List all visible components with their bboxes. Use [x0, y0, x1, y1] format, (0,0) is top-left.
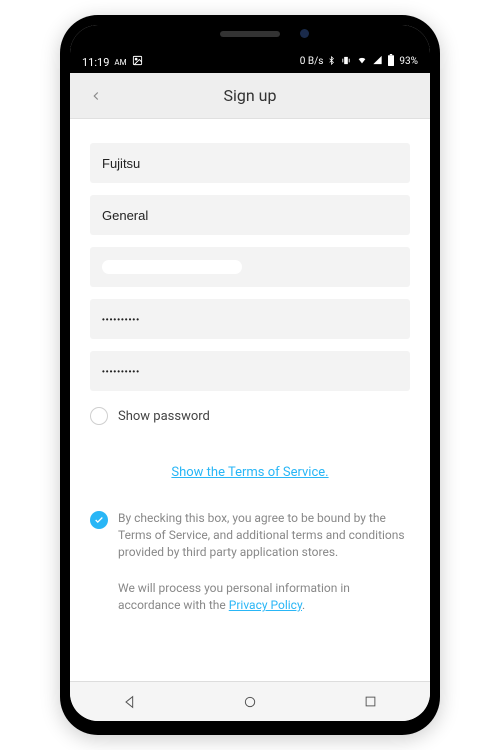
- battery-percent: 93%: [399, 56, 418, 67]
- confirm-password-field[interactable]: [90, 351, 410, 391]
- last-name-field[interactable]: [90, 195, 410, 235]
- agree-row: By checking this box, you agree to be bo…: [90, 510, 410, 560]
- agree-text: By checking this box, you agree to be bo…: [118, 510, 410, 560]
- check-icon: [94, 515, 104, 525]
- chevron-left-icon: [89, 89, 103, 103]
- circle-home-icon: [242, 694, 258, 710]
- nav-home-button[interactable]: [230, 687, 270, 717]
- phone-screen: 11:19 AM 0 B/s: [70, 25, 430, 721]
- triangle-back-icon: [122, 694, 138, 710]
- privacy-text: We will process you personal information…: [90, 580, 410, 614]
- page-title: Sign up: [70, 86, 430, 105]
- first-name-field[interactable]: [90, 143, 410, 183]
- signal-icon: [372, 55, 383, 68]
- phone-speaker: [220, 31, 280, 37]
- status-time: 11:19: [82, 56, 109, 69]
- privacy-suffix: .: [302, 598, 305, 612]
- nav-recent-button[interactable]: [350, 687, 390, 717]
- show-password-label: Show password: [118, 409, 210, 424]
- back-button[interactable]: [82, 82, 110, 110]
- phone-camera: [300, 29, 309, 38]
- tos-link[interactable]: Show the Terms of Service.: [171, 465, 328, 480]
- show-password-row[interactable]: Show password: [90, 407, 410, 425]
- image-icon: [132, 55, 143, 69]
- bluetooth-icon: [327, 55, 336, 69]
- content-area: Show password Show the Terms of Service.…: [70, 119, 430, 681]
- network-speed: 0 B/s: [300, 56, 324, 67]
- password-field[interactable]: [90, 299, 410, 339]
- agree-checkbox[interactable]: [90, 511, 108, 529]
- nav-back-button[interactable]: [110, 687, 150, 717]
- wifi-icon: [356, 55, 368, 68]
- privacy-policy-link[interactable]: Privacy Policy: [229, 598, 302, 612]
- status-ampm: AM: [114, 58, 126, 67]
- show-password-radio[interactable]: [90, 407, 108, 425]
- square-recent-icon: [363, 694, 378, 709]
- tos-link-row: Show the Terms of Service.: [90, 461, 410, 480]
- vibrate-icon: [340, 55, 352, 69]
- android-nav-bar: [70, 681, 430, 721]
- phone-frame: 11:19 AM 0 B/s: [60, 15, 440, 735]
- battery-icon: [387, 54, 395, 69]
- redacted-overlay: [102, 260, 242, 274]
- app-bar: Sign up: [70, 73, 430, 119]
